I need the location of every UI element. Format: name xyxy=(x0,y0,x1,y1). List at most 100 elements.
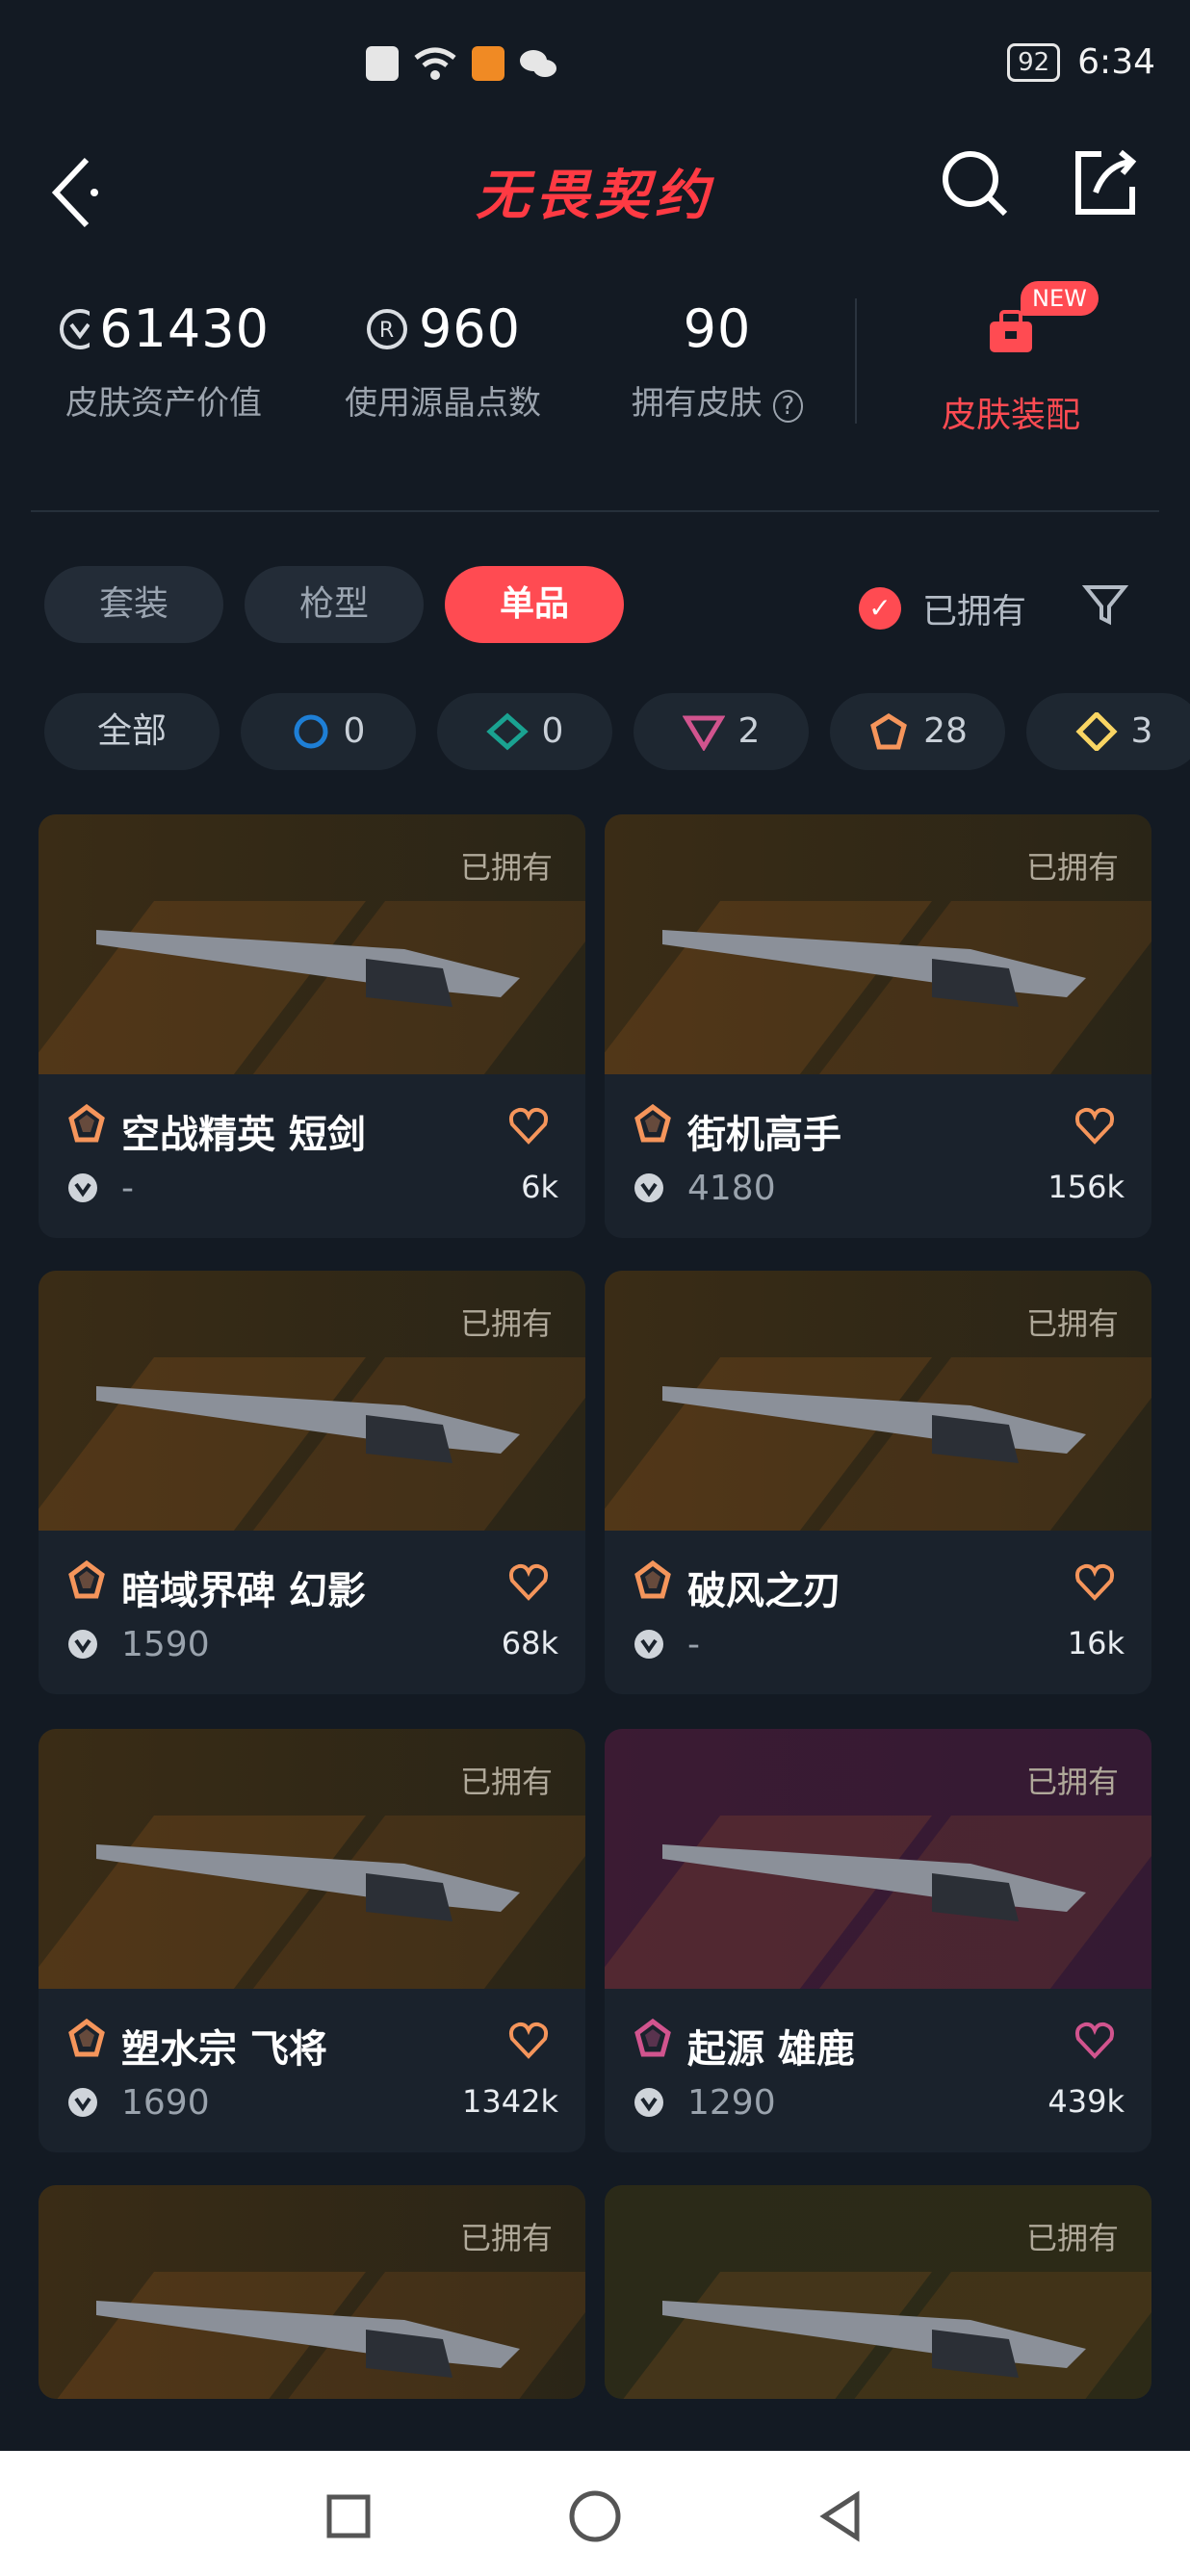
like-count: 156k xyxy=(1048,1169,1125,1205)
tier-exclusive[interactable]: 28 xyxy=(830,693,1005,770)
heart-icon[interactable] xyxy=(506,2018,551,2062)
like-count: 1342k xyxy=(462,2083,558,2120)
exclusive-tier-icon xyxy=(870,713,907,750)
video-app-icon xyxy=(472,46,504,81)
back-nav-icon[interactable] xyxy=(813,2487,870,2545)
filter-icon[interactable] xyxy=(1080,580,1130,630)
share-icon[interactable] xyxy=(1067,144,1144,221)
skin-price: - xyxy=(687,1625,700,1664)
skin-image: 已拥有 xyxy=(605,814,1151,1074)
recents-icon[interactable] xyxy=(320,2487,377,2545)
owned-tag: 已拥有 xyxy=(1025,849,1119,886)
owned-toggle[interactable]: ✓ 已拥有 xyxy=(859,583,1026,633)
tier-count: 3 xyxy=(1130,711,1153,751)
skin-loadout-button[interactable]: NEW 皮肤装配 xyxy=(895,281,1126,437)
skin-name: 塑水宗 飞将 xyxy=(121,2027,327,2072)
radianite-label: 使用源晶点数 xyxy=(345,384,541,423)
owned-tag: 已拥有 xyxy=(1025,1764,1119,1800)
tab-bundle[interactable]: 套装 xyxy=(44,566,223,643)
wechat-icon xyxy=(520,50,556,77)
skin-name: 暗域界碑 幻影 xyxy=(121,1569,366,1613)
heart-icon[interactable] xyxy=(506,1559,551,1604)
owned-toggle-label: 已拥有 xyxy=(922,592,1027,631)
skin-name: 起源 雄鹿 xyxy=(687,2027,855,2072)
valorant-points-icon xyxy=(634,2088,663,2117)
owned-skins-stat[interactable]: 90 拥有皮肤 ? xyxy=(616,298,818,424)
skin-name: 街机高手 xyxy=(687,1113,841,1157)
tier-count: 28 xyxy=(923,711,968,751)
radianite-stat: R 960 使用源晶点数 xyxy=(337,298,549,424)
exclusive-tier-icon xyxy=(634,1103,671,1143)
skin-card[interactable]: 已拥有 街机高手 4180 156k xyxy=(605,814,1151,1238)
owned-tag: 已拥有 xyxy=(1025,2220,1119,2256)
tier-filter: 全部 0 0 2 28 3 xyxy=(0,693,1190,772)
skin-image: 已拥有 xyxy=(605,2185,1151,2399)
skin-image: 已拥有 xyxy=(605,1271,1151,1531)
owned-tag: 已拥有 xyxy=(1025,1305,1119,1342)
owned-skins-value: 90 xyxy=(683,298,752,359)
premium-tier-icon xyxy=(682,715,725,751)
skin-price: 1590 xyxy=(121,1625,210,1664)
owned-tag: 已拥有 xyxy=(459,1305,553,1342)
heart-icon[interactable] xyxy=(1073,1103,1117,1147)
skin-card[interactable]: 已拥有 xyxy=(605,2185,1151,2399)
tier-all-label: 全部 xyxy=(96,711,167,751)
skin-image: 已拥有 xyxy=(39,1729,585,1989)
radianite-icon: R xyxy=(366,308,407,349)
ultra-tier-icon xyxy=(1075,712,1118,751)
like-count: 439k xyxy=(1048,2083,1125,2120)
valorant-points-icon xyxy=(634,1630,663,1659)
asset-value-stat: 61430 皮肤资产价值 xyxy=(58,298,270,424)
category-filter: 套装 枪型 单品 ✓ 已拥有 xyxy=(0,566,1190,645)
tier-select[interactable]: 0 xyxy=(241,693,416,770)
exclusive-tier-icon xyxy=(68,1559,105,1599)
new-badge: NEW xyxy=(1021,281,1099,316)
search-icon[interactable] xyxy=(936,144,1013,221)
skin-image: 已拥有 xyxy=(605,1729,1151,1989)
tier-deluxe[interactable]: 0 xyxy=(437,693,612,770)
skin-price: 1690 xyxy=(121,2083,210,2123)
tier-premium[interactable]: 2 xyxy=(634,693,809,770)
skin-card[interactable]: 已拥有 xyxy=(39,2185,585,2399)
heart-icon[interactable] xyxy=(506,1103,551,1147)
owned-skins-label: 拥有皮肤 xyxy=(631,384,763,423)
svg-text:R: R xyxy=(379,319,395,343)
heart-icon[interactable] xyxy=(1073,1559,1117,1604)
notification-icon xyxy=(366,46,399,81)
heart-icon[interactable] xyxy=(1073,2018,1117,2062)
skin-name: 破风之刃 xyxy=(687,1569,841,1613)
home-icon[interactable] xyxy=(566,2487,624,2545)
exclusive-tier-icon xyxy=(634,2018,671,2057)
tier-ultra[interactable]: 3 xyxy=(1026,693,1190,770)
skin-image: 已拥有 xyxy=(39,2185,585,2399)
status-icons xyxy=(366,44,558,83)
stats-panel: 61430 皮肤资产价值 R 960 使用源晶点数 90 拥有皮肤 ? NEW 皮… xyxy=(0,281,1190,481)
system-nav-bar xyxy=(0,2451,1190,2576)
skin-card[interactable]: 已拥有 塑水宗 飞将 1690 1342k xyxy=(39,1729,585,2152)
skin-image: 已拥有 xyxy=(39,814,585,1074)
section-divider xyxy=(31,510,1159,512)
skin-card[interactable]: 已拥有 暗域界碑 幻影 1590 68k xyxy=(39,1271,585,1694)
skin-price: 1290 xyxy=(687,2083,776,2123)
battery-indicator: 92 xyxy=(1007,42,1061,82)
skin-card[interactable]: 已拥有 起源 雄鹿 1290 439k xyxy=(605,1729,1151,2152)
owned-tag: 已拥有 xyxy=(459,1764,553,1800)
skin-card[interactable]: 已拥有 破风之刃 - 16k xyxy=(605,1271,1151,1694)
help-icon[interactable]: ? xyxy=(772,390,804,423)
valorant-points-icon xyxy=(68,1173,97,1202)
wifi-icon xyxy=(414,47,456,80)
tier-all[interactable]: 全部 xyxy=(44,693,220,770)
like-count: 6k xyxy=(521,1169,558,1205)
skin-image: 已拥有 xyxy=(39,1271,585,1531)
exclusive-tier-icon xyxy=(68,2018,105,2057)
clock: 6:34 xyxy=(1077,42,1155,82)
skin-card[interactable]: 已拥有 空战精英 短剑 - 6k xyxy=(39,814,585,1238)
checkmark-icon: ✓ xyxy=(859,587,901,630)
skin-price: - xyxy=(121,1169,134,1208)
loadout-label: 皮肤装配 xyxy=(941,396,1080,435)
tier-count: 2 xyxy=(737,711,761,751)
like-count: 16k xyxy=(1067,1625,1125,1662)
tier-count: 0 xyxy=(541,711,564,751)
tab-weapon-type[interactable]: 枪型 xyxy=(245,566,424,643)
tab-single-item[interactable]: 单品 xyxy=(445,566,624,643)
